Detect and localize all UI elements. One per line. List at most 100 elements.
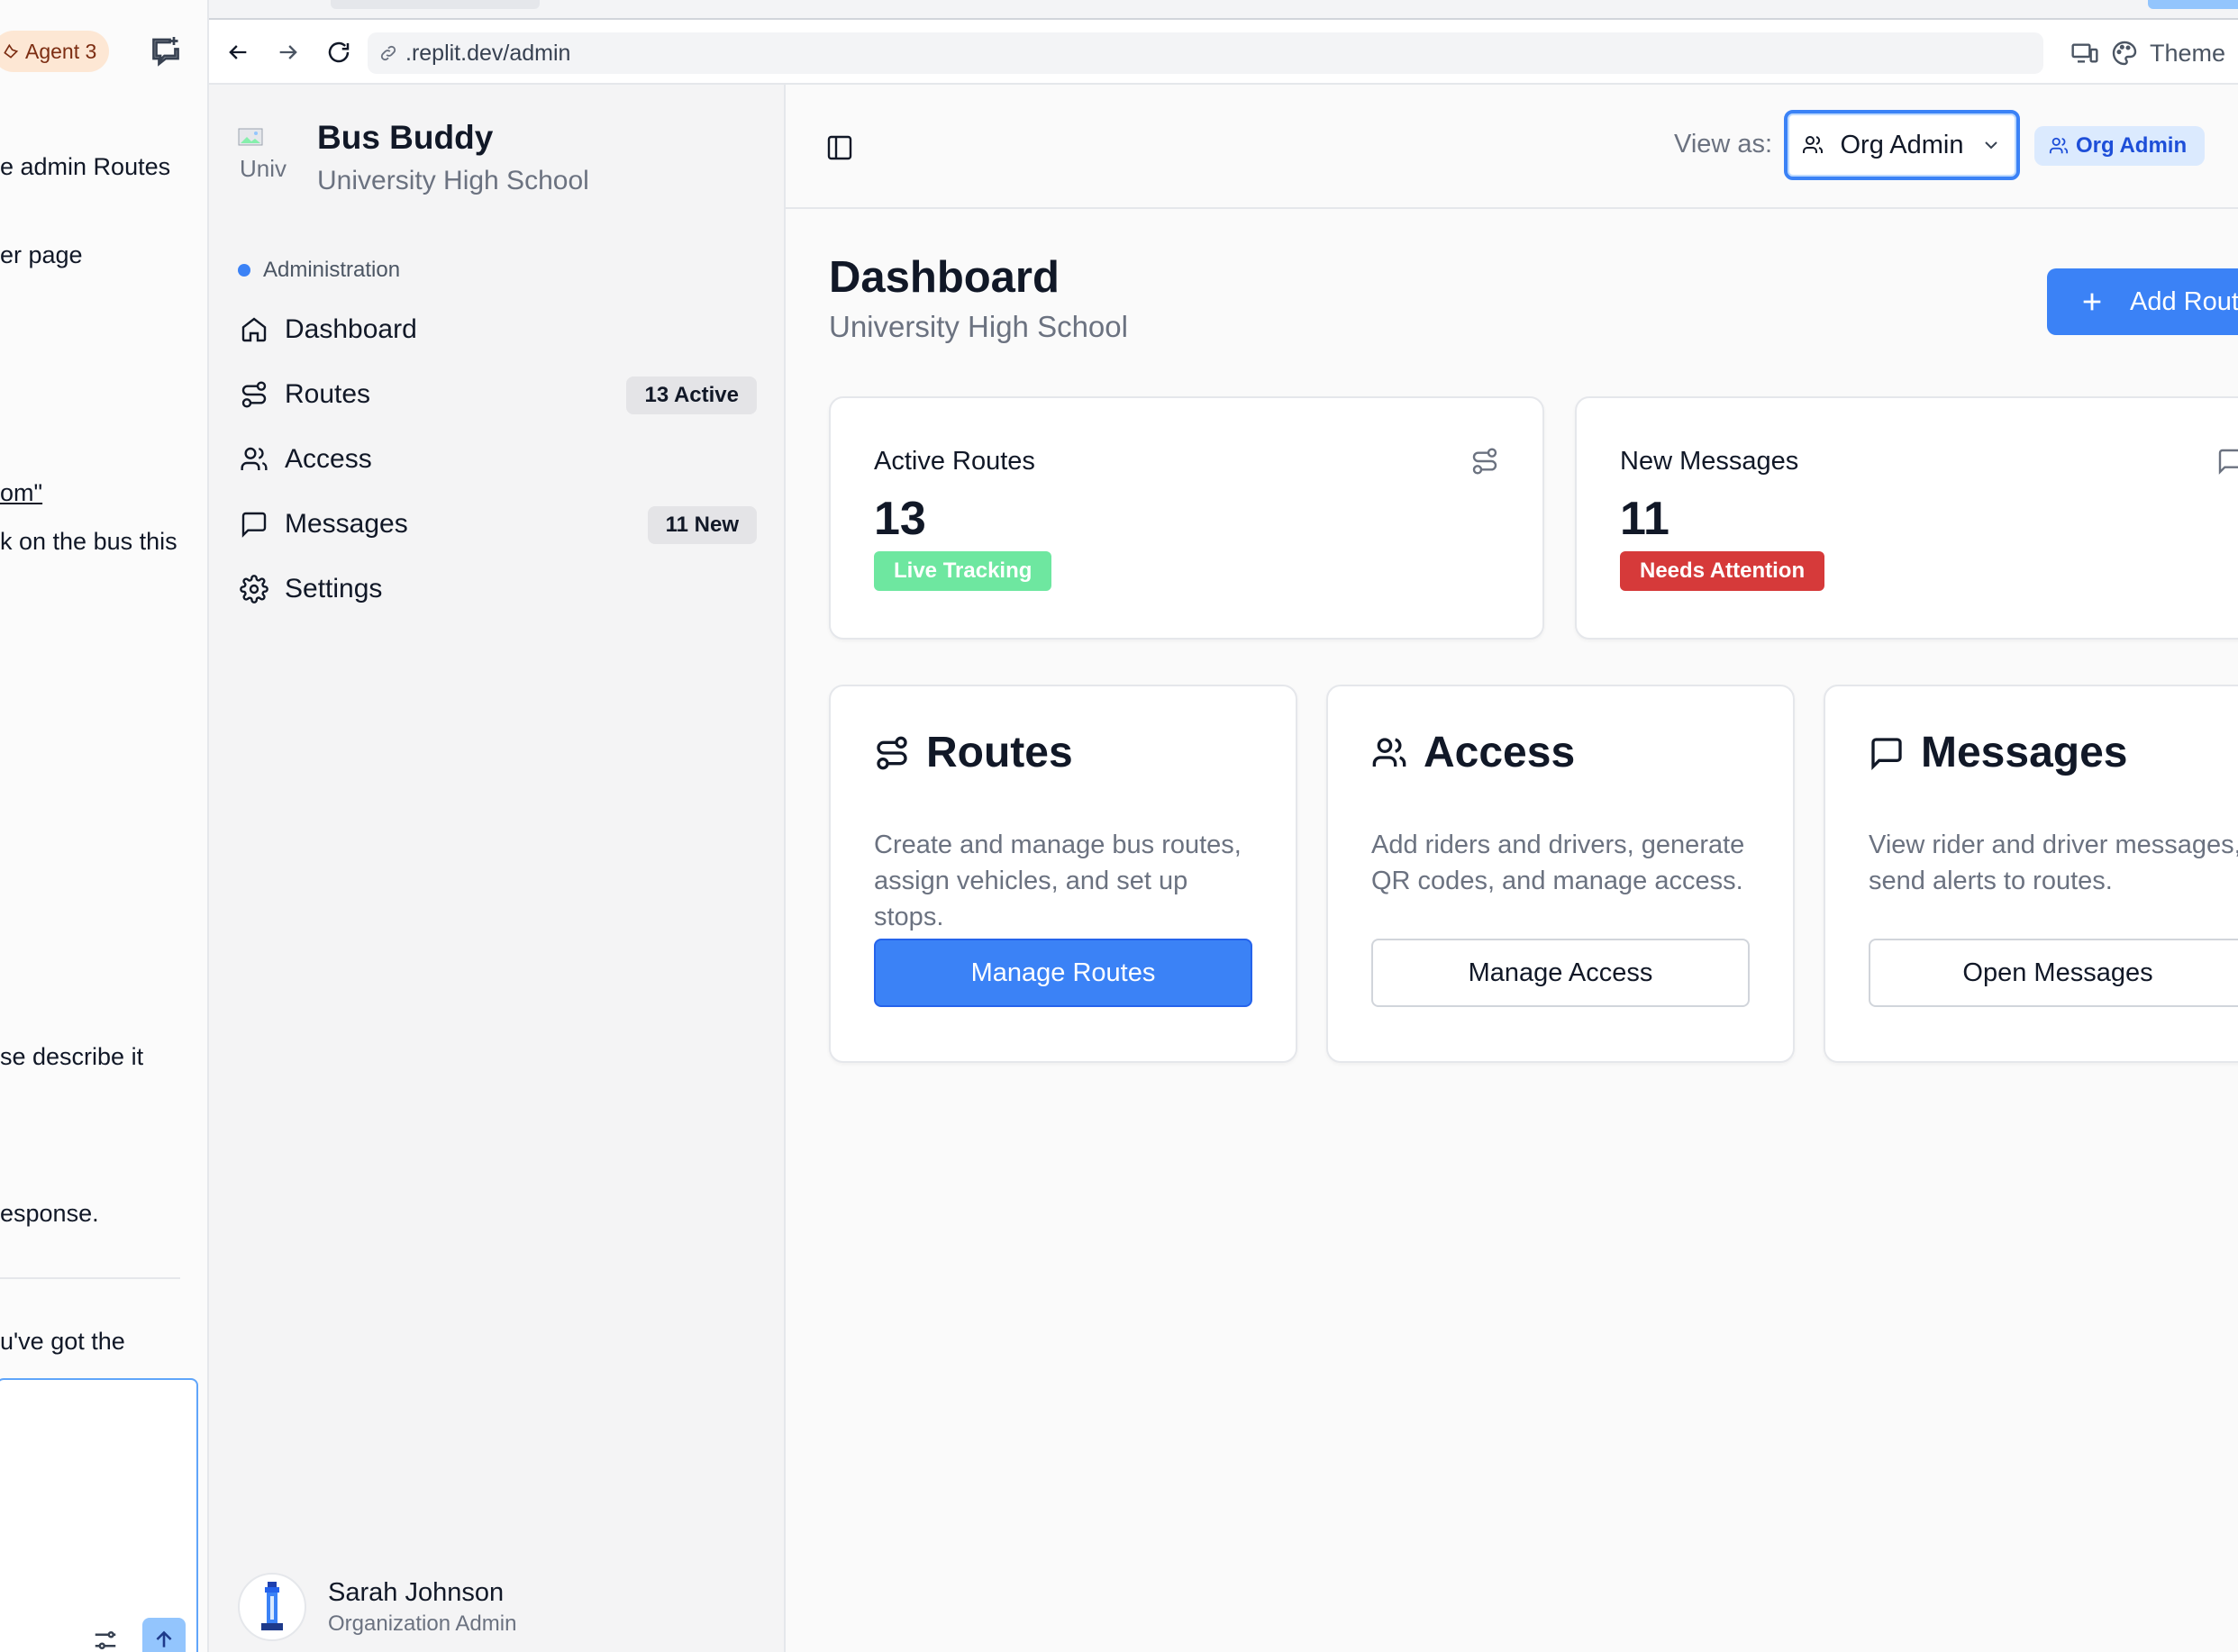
page-subtitle: University High School: [829, 310, 1128, 343]
users-icon: [1371, 735, 1407, 771]
theme-button[interactable]: Theme: [2150, 40, 2225, 68]
chat-line: e admin Routes: [0, 153, 171, 180]
section-dot-icon: [238, 264, 250, 277]
gear-icon: [240, 575, 268, 604]
feature-heading: Access: [1371, 728, 1575, 777]
stat-card-new-messages: New Messages 11 Needs Attention: [1575, 396, 2238, 640]
sidebar-item-dashboard[interactable]: Dashboard: [229, 303, 769, 357]
stat-title: New Messages: [1620, 447, 1799, 476]
reload-icon: [325, 39, 352, 66]
role-badge: Org Admin: [2034, 126, 2206, 166]
user-role: Organization Admin: [328, 1611, 517, 1636]
chat-link[interactable]: om": [0, 479, 42, 506]
settings-sliders-icon[interactable]: [92, 1627, 119, 1652]
url-text: .replit.dev/admin: [405, 40, 571, 66]
message-icon: [240, 510, 268, 539]
status-badge: Live Tracking: [874, 551, 1052, 591]
stat-card-active-routes: Active Routes 13 Live Tracking: [829, 396, 1544, 640]
manage-routes-button[interactable]: Manage Routes: [874, 939, 1252, 1007]
app-sidebar: Univ Bus Buddy University High School Ad…: [209, 85, 786, 1652]
school-logo: Univ: [238, 128, 288, 186]
browser-tab-strip: [209, 0, 2238, 20]
sidebar-item-label: Settings: [285, 574, 383, 604]
page-title: Dashboard: [829, 253, 1060, 302]
broken-image-icon: [238, 128, 263, 146]
agent-badge-label: Agent 3: [25, 39, 97, 63]
sidebar-item-access[interactable]: Access: [229, 432, 769, 486]
app-subtitle: University High School: [317, 166, 589, 195]
logo-alt-text: Univ: [240, 155, 287, 182]
user-profile[interactable]: Sarah Johnson Organization Admin: [238, 1573, 516, 1641]
sidebar-toggle-button[interactable]: [822, 130, 858, 166]
chevron-down-icon: [1980, 134, 2002, 156]
feature-description: View rider and driver messages, send ale…: [1869, 831, 2238, 895]
link-icon: [378, 43, 398, 63]
feature-title: Access: [1424, 729, 1576, 776]
section-label: Administration: [238, 258, 400, 283]
sidebar-item-label: Messages: [285, 509, 408, 539]
messages-count-badge: 11 New: [647, 506, 757, 544]
new-chat-icon[interactable]: [150, 34, 182, 67]
arrow-right-icon: [276, 40, 301, 65]
manage-access-button[interactable]: Manage Access: [1371, 939, 1750, 1007]
forward-button[interactable]: [270, 34, 306, 70]
sidebar-item-settings[interactable]: Settings: [229, 562, 769, 616]
url-bar[interactable]: .replit.dev/admin: [368, 32, 2043, 74]
feature-description: Add riders and drivers, generate QR code…: [1371, 831, 1745, 895]
send-button[interactable]: [142, 1618, 186, 1652]
user-name: Sarah Johnson: [328, 1577, 505, 1607]
route-icon: [1470, 447, 1499, 476]
sidebar-item-routes[interactable]: Routes 13 Active: [229, 368, 769, 422]
sidebar-item-label: Access: [285, 444, 372, 474]
app-title: Bus Buddy: [317, 119, 494, 156]
stat-value: 13: [874, 493, 926, 545]
agent-badge[interactable]: Agent 3: [0, 31, 110, 72]
chat-divider: [0, 1277, 180, 1279]
route-icon: [240, 380, 268, 409]
chat-line: u've got the: [0, 1328, 125, 1355]
back-button[interactable]: [220, 34, 256, 70]
sidebar-item-messages[interactable]: Messages 11 New: [229, 497, 769, 551]
home-icon: [240, 315, 268, 344]
stat-title: Active Routes: [874, 447, 1035, 476]
arrow-up-icon: [152, 1628, 176, 1651]
view-as-value: Org Admin: [1840, 131, 1964, 159]
reload-button[interactable]: [321, 34, 357, 70]
chat-line: er page: [0, 241, 83, 268]
chat-line: om": [0, 479, 42, 507]
browser-action[interactable]: [2148, 0, 2238, 9]
feature-heading: Messages: [1869, 728, 2127, 777]
message-icon: [1869, 735, 1905, 771]
sidebar-item-label: Routes: [285, 379, 371, 409]
plus-icon: [2079, 289, 2105, 314]
agent-icon: [2, 42, 20, 60]
chat-input[interactable]: [0, 1378, 198, 1652]
users-icon: [2049, 136, 2069, 156]
arrow-left-icon: [225, 40, 250, 65]
view-as-label: View as:: [1674, 130, 1773, 159]
theme-controls: Theme: [2070, 32, 2225, 74]
browser-tab[interactable]: [331, 0, 540, 9]
open-messages-button[interactable]: Open Messages: [1869, 939, 2238, 1007]
add-route-button[interactable]: Add Route: [2047, 268, 2238, 335]
feature-title: Routes: [926, 729, 1073, 776]
avatar-image: [261, 1582, 283, 1630]
browser-toolbar: .replit.dev/admin Theme: [209, 20, 2238, 85]
main-header: View as: Org Admin Org Admin: [786, 85, 2238, 209]
devices-icon[interactable]: [2070, 39, 2099, 68]
chat-line: esponse.: [0, 1200, 99, 1227]
feature-card-messages: Messages View rider and driver messages,…: [1824, 685, 2238, 1063]
chat-line: se describe it: [0, 1043, 144, 1070]
view-as-select[interactable]: Org Admin: [1784, 110, 2020, 180]
panel-left-icon: [825, 133, 854, 162]
users-icon: [240, 445, 268, 474]
role-badge-label: Org Admin: [2076, 133, 2188, 158]
feature-heading: Routes: [874, 728, 1073, 777]
main-content: View as: Org Admin Org Admin Dashboard U…: [786, 85, 2238, 1652]
feature-card-routes: Routes Create and manage bus routes, ass…: [829, 685, 1297, 1063]
feature-card-access: Access Add riders and drivers, generate …: [1326, 685, 1795, 1063]
palette-icon[interactable]: [2110, 39, 2139, 68]
add-route-label: Add Route: [2130, 286, 2238, 316]
stat-value: 11: [1620, 493, 1669, 545]
feature-description: Create and manage bus routes, assign veh…: [874, 831, 1242, 931]
